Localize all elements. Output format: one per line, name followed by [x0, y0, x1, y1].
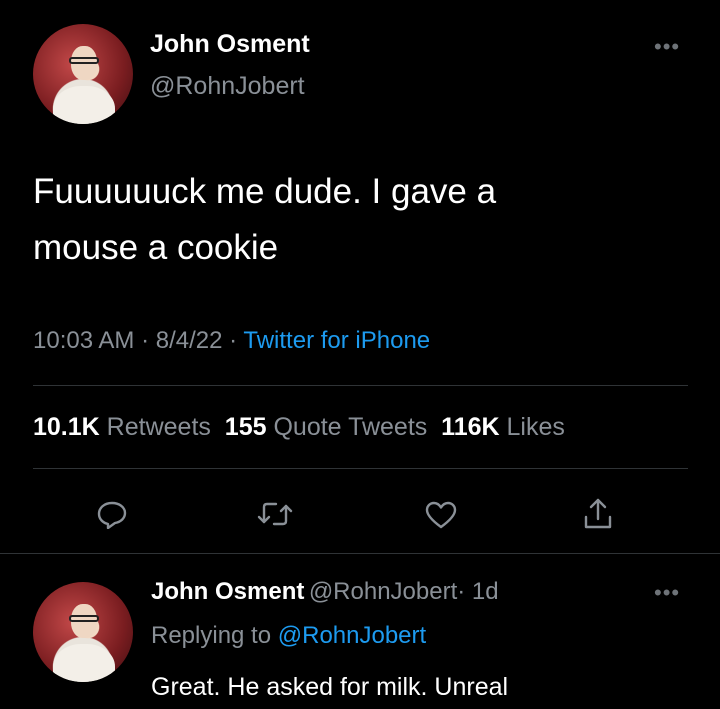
replying-to-link[interactable]: @RohnJobert — [278, 622, 426, 649]
author-name[interactable]: John Osment — [150, 30, 310, 59]
tweet-time[interactable]: 10:03 AM — [33, 327, 134, 354]
share-icon — [584, 498, 612, 529]
reply-header: John Osment @RohnJobert· 1d — [151, 578, 499, 606]
divider — [33, 468, 688, 469]
retweets-stat[interactable]: 10.1K Retweets — [33, 413, 211, 441]
more-options-icon[interactable]: ••• — [654, 34, 680, 60]
quote-tweets-stat[interactable]: 155 Quote Tweets — [225, 413, 427, 441]
tweet-source-link[interactable]: Twitter for iPhone — [243, 327, 430, 354]
share-button[interactable] — [583, 497, 613, 531]
like-icon — [425, 501, 457, 529]
reply-age: · 1d — [457, 578, 499, 605]
author-avatar[interactable] — [33, 24, 133, 124]
reply-icon — [97, 501, 127, 529]
retweet-icon — [257, 502, 293, 526]
meta-separator: · — [229, 327, 238, 354]
retweet-button[interactable] — [257, 500, 293, 528]
tweet-date[interactable]: 8/4/22 — [156, 327, 223, 354]
tweet-stats: 10.1K Retweets 155 Quote Tweets 116K Lik… — [33, 413, 565, 442]
like-button[interactable] — [424, 500, 458, 530]
tweet-text: Fuuuuuuck me dude. I gave a mouse a cook… — [33, 164, 693, 276]
reply-text: Great. He asked for milk. Unreal — [151, 673, 509, 701]
divider — [0, 553, 720, 554]
replying-to: Replying to @RohnJobert — [151, 622, 426, 650]
reply-button[interactable] — [96, 499, 128, 529]
likes-stat[interactable]: 116K Likes — [441, 413, 565, 441]
tweet-meta: 10:03 AM · 8/4/22 · Twitter for iPhone — [33, 327, 430, 355]
tweet-text-line-2: mouse a cookie — [33, 228, 279, 267]
divider — [33, 385, 688, 386]
reply-author-handle[interactable]: @RohnJobert — [309, 578, 457, 605]
reply-author-name[interactable]: John Osment — [151, 578, 304, 605]
reply-author-avatar[interactable] — [33, 582, 133, 682]
replying-to-prefix: Replying to — [151, 622, 272, 649]
tweet-text-line-1: Fuuuuuuck me dude. I gave a — [33, 172, 497, 211]
meta-separator: · — [141, 327, 150, 354]
author-handle[interactable]: @RohnJobert — [150, 72, 305, 101]
reply-more-options-icon[interactable]: ••• — [654, 580, 680, 606]
